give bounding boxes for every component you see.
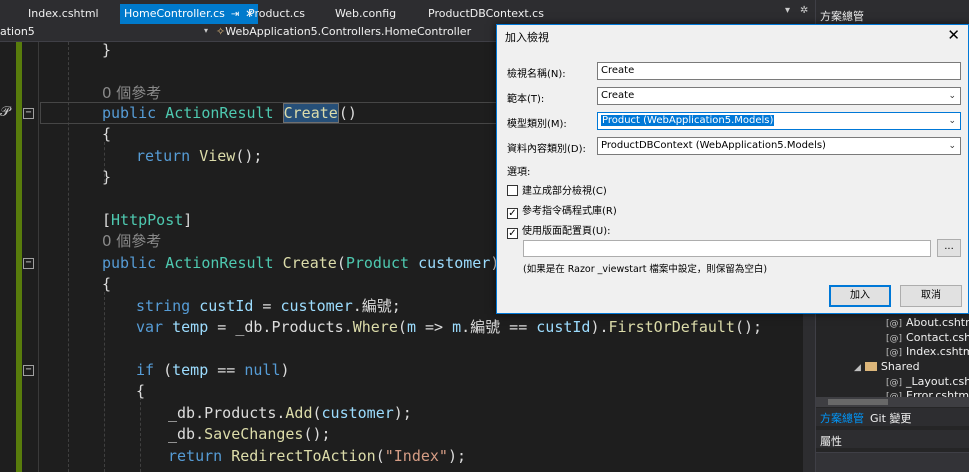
folder-icon	[864, 362, 877, 371]
tab-web-config[interactable]: Web.config	[335, 4, 396, 24]
code-line: if (temp == null)	[136, 361, 290, 379]
code-line: string custId = customer.編號;	[136, 297, 401, 315]
script-libraries-checkbox[interactable]: ✓	[507, 208, 518, 219]
partial-view-checkbox[interactable]	[507, 185, 518, 196]
scrollbar-thumb[interactable]	[828, 399, 888, 405]
indent-guide	[140, 397, 141, 472]
tab-git-changes[interactable]: Git 變更	[870, 410, 911, 426]
properties-title-bar: 屬性	[816, 430, 969, 448]
code-line: }	[102, 41, 112, 59]
template-select[interactable]: Create ⌄	[597, 87, 961, 105]
tree-item-layout[interactable]: [@]_Layout.cshtml	[886, 375, 969, 388]
solution-explorer-title-bar: 方案總管	[816, 0, 969, 24]
layout-page-label: 使用版面配置頁(U):	[522, 226, 611, 237]
tab-product-cs[interactable]: Product.cs	[248, 4, 305, 24]
code-lens-references[interactable]: 0 個參考	[102, 231, 161, 251]
code-line: public ActionResult Create()	[102, 103, 357, 123]
template-label: 範本(T):	[507, 94, 545, 105]
code-line: _db.SaveChanges();	[168, 425, 331, 443]
razor-file-icon: [@]	[886, 319, 903, 329]
script-libraries-label: 參考指令碼程式庫(R)	[522, 206, 617, 217]
tab-homecontroller-cs[interactable]: HomeController.cs ⇥ ✕	[120, 4, 258, 24]
chevron-down-icon: ⌄	[948, 141, 956, 151]
tab-label: HomeController.cs	[124, 7, 225, 20]
browse-button[interactable]: ...	[937, 239, 961, 257]
project-dropdown[interactable]: ation5	[0, 25, 35, 38]
collapse-icon[interactable]: −	[23, 365, 34, 376]
tab-overflow-icon[interactable]: ▾	[785, 5, 790, 16]
partial-view-label: 建立成部分檢視(C)	[522, 186, 607, 197]
code-line: {	[136, 382, 146, 400]
code-line: {	[102, 125, 112, 143]
code-line: }	[102, 168, 112, 186]
layout-page-checkbox[interactable]: ✓	[507, 228, 518, 239]
layout-hint-text: (如果是在 Razor _viewstart 檔案中設定，則保留為空白)	[523, 264, 768, 275]
data-context-value: ProductDBContext (WebApplication5.Models…	[601, 140, 826, 151]
tab-solution-explorer[interactable]: 方案總管	[820, 410, 864, 426]
tree-item-error[interactable]: [@] Error.cshtml	[886, 389, 969, 397]
panel-tab-strip: 方案總管 Git 變更	[816, 408, 969, 426]
data-context-label: 資料內容類別(D):	[507, 144, 586, 155]
collapse-icon[interactable]: −	[23, 258, 34, 269]
model-class-select[interactable]: Product (WebApplication5.Models) ⌄	[597, 112, 961, 130]
chevron-down-icon[interactable]: ▾	[204, 26, 208, 35]
view-name-input[interactable]: Create	[597, 62, 961, 80]
template-value: Create	[601, 90, 635, 101]
script-libraries-option[interactable]: ✓ 參考指令碼程式庫(R)	[507, 202, 617, 219]
class-dropdown[interactable]: ✧WebApplication5.Controllers.HomeControl…	[216, 25, 471, 38]
options-label: 選項:	[507, 167, 531, 178]
add-view-dialog: 加入檢視 ✕ 檢視名稱(N): Create 範本(T): Create ⌄ 模型…	[496, 24, 969, 314]
dialog-title: 加入檢視	[505, 31, 549, 44]
horizontal-scrollbar[interactable]	[816, 397, 969, 407]
panel-title: 方案總管	[820, 10, 864, 23]
gutter-divider	[38, 42, 39, 472]
code-line: public ActionResult Create(Product custo…	[102, 254, 500, 272]
razor-file-icon: [@]	[886, 378, 903, 388]
tree-item-index[interactable]: [@]Index.cshtml	[886, 345, 969, 358]
add-button[interactable]: 加入	[829, 285, 891, 307]
model-class-label: 模型類別(M):	[507, 119, 567, 130]
tree-item-shared-folder[interactable]: ◢ Shared	[854, 360, 920, 373]
code-line: var temp = _db.Products.Where(m => m.編號 …	[136, 318, 763, 336]
chevron-down-icon: ⌄	[948, 116, 956, 126]
code-line: {	[102, 275, 112, 293]
layout-page-input[interactable]	[523, 240, 931, 257]
cancel-button[interactable]: 取消	[900, 285, 962, 307]
pin-icon[interactable]: ⇥	[231, 9, 239, 20]
layout-page-option[interactable]: ✓ 使用版面配置頁(U):	[507, 222, 611, 239]
code-line: return View();	[136, 147, 263, 165]
expander-icon[interactable]: ◢	[854, 363, 861, 373]
collapse-icon[interactable]: −	[23, 108, 34, 119]
tab-productdbcontext-cs[interactable]: ProductDBContext.cs	[428, 4, 544, 24]
code-lens-references[interactable]: 0 個參考	[102, 83, 161, 103]
view-name-label: 檢視名稱(N):	[507, 69, 566, 80]
tree-item-contact[interactable]: [@]Contact.cshtml	[886, 331, 969, 344]
screwdriver-icon[interactable]: 𝒫	[0, 104, 10, 120]
razor-file-icon: [@]	[886, 334, 903, 344]
code-line: _db.Products.Add(customer);	[168, 404, 412, 422]
change-indicator-bar	[16, 42, 22, 472]
class-path: WebApplication5.Controllers.HomeControll…	[225, 25, 472, 38]
model-class-value: Product (WebApplication5.Models)	[601, 115, 775, 126]
class-icon: ✧	[216, 25, 226, 38]
properties-title: 屬性	[820, 435, 842, 448]
code-line: [HttpPost]	[102, 211, 193, 229]
razor-file-icon: [@]	[886, 348, 903, 358]
tab-index-cshtml[interactable]: Index.cshtml	[28, 4, 99, 24]
chevron-down-icon: ⌄	[948, 91, 956, 101]
tree-item-about[interactable]: [@]About.cshtml	[886, 316, 969, 329]
indent-guide	[104, 292, 105, 472]
code-line: return RedirectToAction("Index");	[168, 447, 467, 465]
gear-icon[interactable]: ✲	[800, 5, 808, 16]
document-tab-bar: Index.cshtml HomeController.cs ⇥ ✕ Product…	[0, 0, 815, 24]
properties-object-dropdown[interactable]	[816, 452, 969, 472]
data-context-select[interactable]: ProductDBContext (WebApplication5.Models…	[597, 137, 961, 155]
partial-view-option[interactable]: 建立成部分檢視(C)	[507, 182, 607, 197]
close-icon[interactable]: ✕	[947, 26, 960, 44]
